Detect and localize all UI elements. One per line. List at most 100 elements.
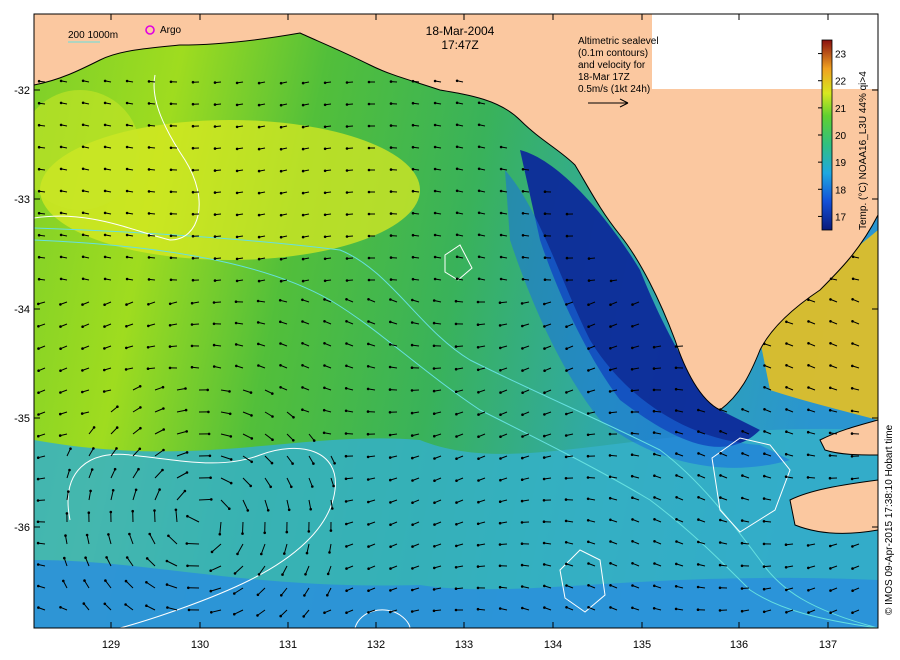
velocity-arrow-head [586,412,590,415]
velocity-arrow-head [411,123,415,127]
velocity-arrow-head [185,430,188,433]
velocity-arrow-head [103,167,107,171]
velocity-arrow-head [37,101,41,105]
velocity-arrow-head [367,611,370,614]
velocity-arrow-head [520,585,524,588]
velocity-arrow-head [323,147,327,151]
velocity-arrow-head [785,408,788,411]
velocity-arrow-head [103,211,107,215]
velocity-arrow-head [851,320,854,323]
velocity-arrow-head [542,563,546,566]
velocity-arrow-head [697,496,700,499]
velocity-arrow-head [762,542,766,546]
velocity-arrow-head [303,594,306,597]
velocity-arrow-head [433,434,436,438]
velocity-arrow-head [323,169,327,173]
velocity-arrow-head [829,277,833,281]
velocity-arrow-head [270,461,274,465]
velocity-arrow-head [301,81,305,85]
velocity-arrow-head [477,123,481,127]
velocity-arrow-head [187,586,190,590]
velocity-arrow-head [134,488,138,492]
velocity-arrow-head [850,455,854,458]
velocity-arrow-head [165,559,169,563]
velocity-arrow-head [279,320,282,324]
velocity-arrow-head [433,501,436,505]
velocity-arrow-head [521,190,525,193]
velocity-arrow-head [411,255,415,259]
velocity-arrow-head [190,344,194,348]
velocity-arrow-head [609,279,613,283]
velocity-arrow-head [147,80,151,83]
velocity-arrow-head [521,212,525,215]
velocity-arrow-head [191,124,195,128]
velocity-arrow-head [81,167,85,171]
velocity-arrow-head [185,451,189,454]
velocity-arrow-head [82,602,86,605]
velocity-arrow-head [37,79,41,83]
velocity-arrow-head [345,125,349,128]
velocity-arrow-head [608,390,612,393]
velocity-arrow-head [674,409,678,412]
velocity-arrow-head [433,545,436,548]
depth-scale-label: 200 1000m [68,30,118,41]
velocity-arrow-head [191,256,195,260]
velocity-arrow-head [103,347,106,350]
velocity-arrow-head [186,564,189,568]
velocity-arrow-head [279,364,282,367]
velocity-arrow-head [59,79,63,83]
velocity-arrow-head [477,167,481,171]
velocity-arrow-head [477,413,480,416]
velocity-arrow-head [367,545,370,548]
velocity-arrow-head [345,147,349,150]
velocity-arrow-head [184,408,188,412]
velocity-arrow-head [344,432,348,435]
velocity-arrow-head [388,365,392,369]
velocity-arrow-head [328,551,331,554]
velocity-arrow-head [366,478,370,481]
velocity-arrow-head [741,408,744,411]
velocity-arrow-head [59,211,63,215]
velocity-arrow-head [323,191,327,195]
velocity-arrow-head [169,212,173,216]
velocity-arrow-head [455,435,458,438]
velocity-arrow-head [476,543,480,547]
velocity-arrow-head [125,277,129,281]
velocity-arrow-head [250,437,254,440]
velocity-arrow-head [107,533,110,536]
velocity-arrow-head [37,413,40,416]
velocity-arrow-head [161,468,164,472]
velocity-arrow-head [235,235,239,239]
velocity-arrow-head [543,606,546,609]
velocity-arrow-head [476,368,480,372]
info-line: 18-Mar 17Z [578,72,630,83]
velocity-arrow-head [125,233,129,237]
velocity-arrow-head [36,563,40,566]
velocity-arrow-head [279,279,283,283]
velocity-arrow-head [235,125,239,129]
velocity-arrow-head [675,562,678,566]
velocity-arrow-head [521,456,524,460]
velocity-arrow-head [174,508,178,512]
velocity-arrow-head [520,563,524,567]
velocity-arrow-head [256,593,260,597]
velocity-arrow-head [271,392,274,395]
velocity-arrow-head [213,257,217,260]
velocity-arrow-head [367,190,371,194]
velocity-arrow-head [345,81,349,84]
velocity-arrow-head [367,234,371,238]
velocity-arrow-head [520,302,524,305]
velocity-arrow-head [323,364,326,367]
velocity-arrow-head [543,325,546,328]
velocity-arrow-head [323,213,327,217]
velocity-arrow-head [455,412,458,416]
velocity-arrow-head [477,255,481,259]
velocity-arrow-head [564,541,568,544]
velocity-arrow-head [433,189,437,193]
velocity-arrow-head [411,167,415,171]
velocity-arrow-head [631,303,634,306]
velocity-arrow-head [235,103,239,107]
velocity-arrow-head [520,542,524,545]
velocity-arrow-head [586,476,590,479]
colorbar-gradient [821,39,833,231]
